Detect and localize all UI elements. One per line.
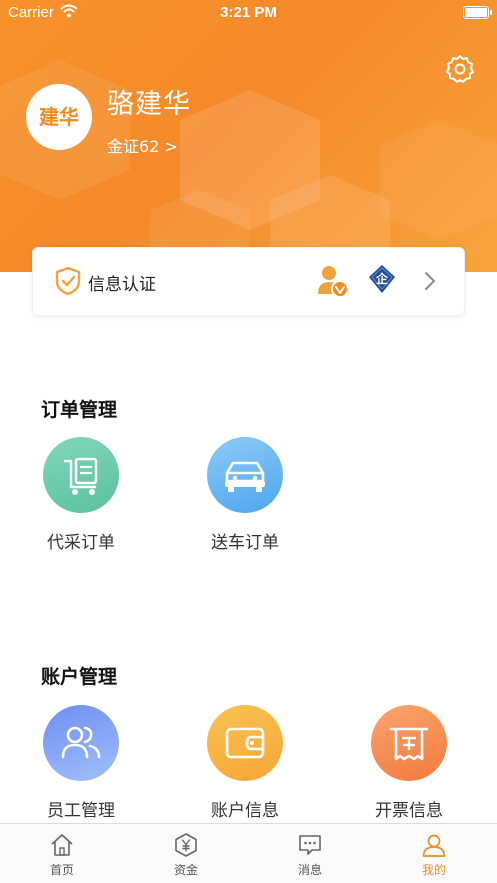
invoice-info-item[interactable]: 开票信息 (345, 705, 475, 835)
profile-icon (422, 834, 446, 857)
account-info-label: 账户信息 (211, 801, 279, 821)
procurement-order-icon-bg (43, 437, 119, 513)
settings-gear-icon[interactable] (445, 54, 475, 84)
tab-messages[interactable]: 消息 (248, 824, 372, 883)
car-delivery-order-icon-bg (207, 437, 283, 513)
message-icon (299, 835, 321, 855)
enterprise-verified-badge: 企 (368, 264, 396, 294)
bottom-tab-bar: 首页 资金 消息 我的 (0, 823, 497, 883)
invoice-info-label: 开票信息 (375, 801, 443, 821)
staff-management-item[interactable]: 员工管理 (17, 705, 147, 835)
account-info-item[interactable]: 账户信息 (181, 705, 311, 835)
staff-icon (61, 726, 101, 759)
user-name: 骆建华 (107, 89, 191, 120)
procurement-order-item[interactable]: 代采订单 (17, 437, 147, 567)
tab-home[interactable]: 首页 (0, 824, 124, 883)
staff-management-label: 员工管理 (47, 801, 115, 821)
wallet-icon (225, 727, 265, 759)
enterprise-badge-text: 企 (375, 272, 388, 286)
car-delivery-order-label: 送车订单 (211, 533, 279, 553)
user-account-link[interactable]: 金证62 > (107, 133, 178, 157)
invoice-info-icon-bg (371, 705, 447, 781)
procurement-cart-icon (63, 457, 98, 495)
car-icon (225, 461, 265, 492)
status-bar: Carrier 3:21 PM (0, 0, 497, 26)
account-section-title: 账户管理 (41, 666, 118, 688)
avatar[interactable]: 建华 (26, 84, 92, 150)
staff-management-icon-bg (43, 705, 119, 781)
tab-funds-label: 资金 (173, 863, 198, 877)
account-info-icon-bg (207, 705, 283, 781)
tab-messages-label: 消息 (297, 863, 322, 877)
status-time: 3:21 PM (220, 4, 277, 21)
orders-section-title: 订单管理 (41, 399, 118, 421)
battery-icon (463, 6, 492, 19)
procurement-order-label: 代采订单 (47, 533, 115, 553)
tab-mine[interactable]: 我的 (372, 824, 496, 883)
shield-check-icon (55, 266, 81, 296)
tab-home-label: 首页 (49, 863, 74, 877)
tab-mine-label: 我的 (421, 863, 446, 877)
profile-header: Carrier 3:21 PM 建华 骆建华 金证62 > (0, 0, 497, 272)
car-delivery-order-item[interactable]: 送车订单 (181, 437, 311, 567)
info-auth-card[interactable]: 信息认证 企 (32, 247, 465, 316)
home-icon (51, 834, 73, 856)
tab-funds[interactable]: 资金 (124, 824, 248, 883)
invoice-icon (389, 727, 429, 761)
person-verified-icon (318, 266, 349, 298)
funds-icon (175, 833, 197, 857)
chevron-right-icon (425, 272, 435, 290)
info-auth-label: 信息认证 (88, 275, 156, 295)
